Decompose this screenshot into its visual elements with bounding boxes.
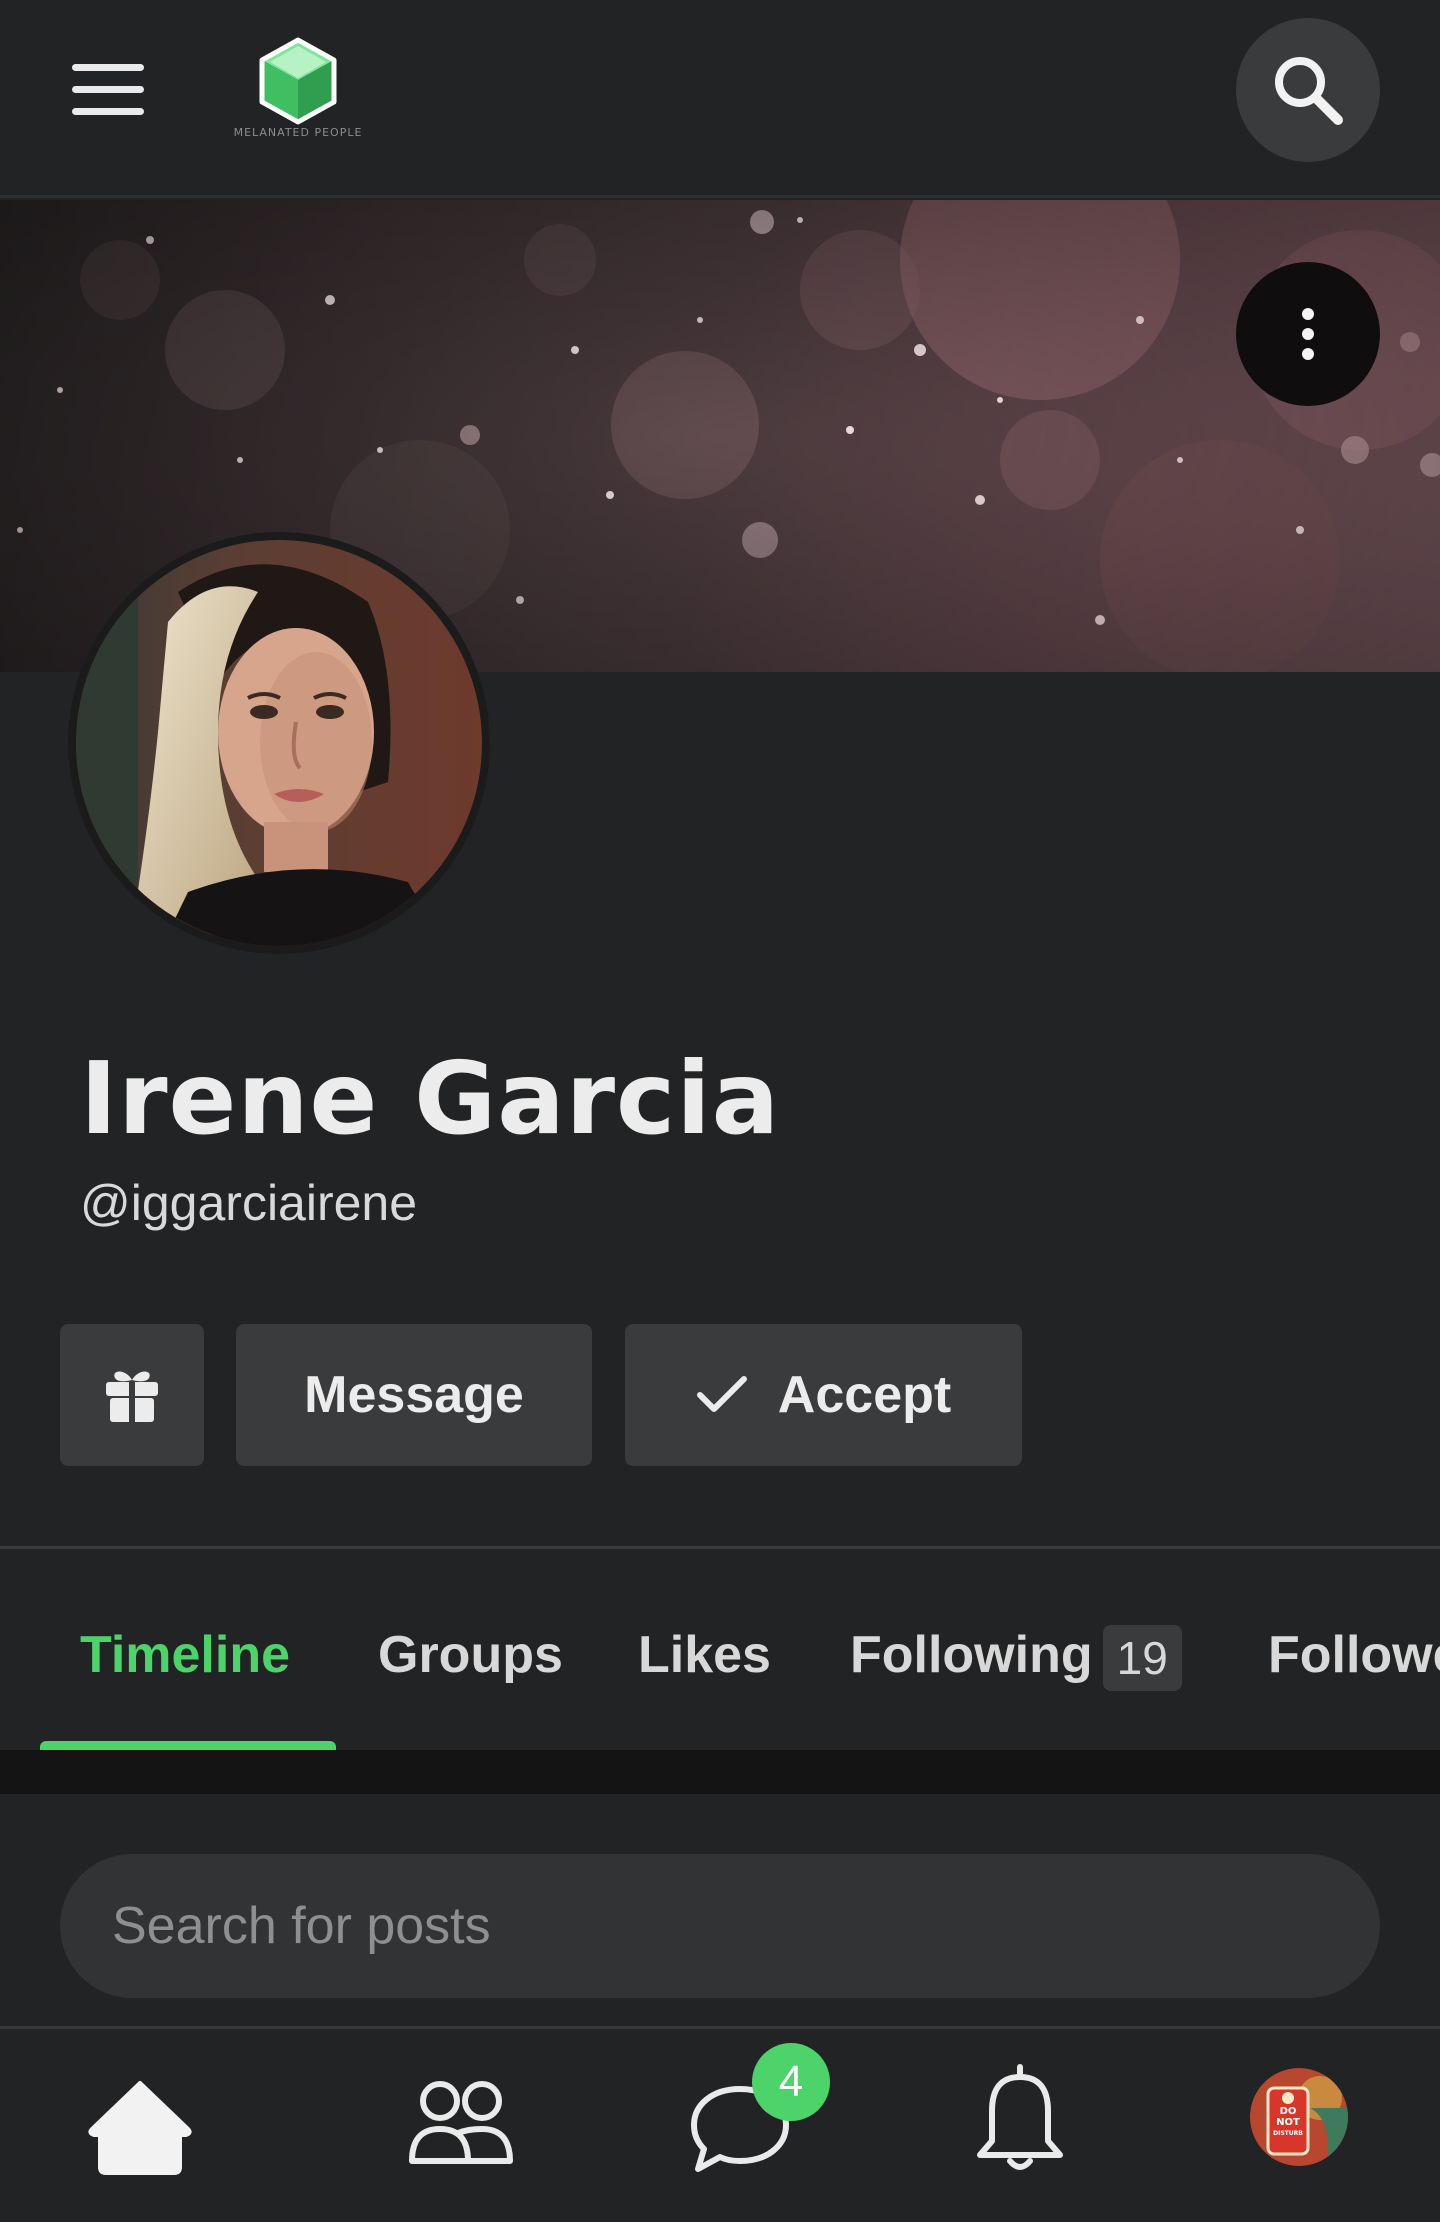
logo-text: MELANATED PEOPLE: [233, 126, 363, 139]
gift-button[interactable]: [60, 1324, 204, 1466]
home-icon: [88, 2081, 192, 2175]
profile-name: Irene Garcia: [80, 1040, 781, 1157]
tab-likes[interactable]: Likes: [638, 1625, 771, 1685]
message-count-badge: 4: [752, 2043, 830, 2121]
sign-text-3: DISTURB: [1273, 2130, 1303, 2137]
nav-home[interactable]: [60, 2029, 220, 2219]
people-icon: [409, 2081, 513, 2164]
search-icon: [1275, 57, 1343, 125]
bell-icon: [977, 2064, 1063, 2170]
tabs-divider: [0, 1750, 1440, 1794]
top-bar: MELANATED PEOPLE: [0, 0, 1440, 198]
tab-timeline[interactable]: Timeline: [80, 1625, 290, 1685]
hamburger-menu-icon[interactable]: [72, 64, 146, 116]
message-button[interactable]: Message: [236, 1324, 592, 1466]
do-not-disturb-sign: DO NOT DISTURB: [1268, 2106, 1308, 2139]
tab-followers[interactable]: Followers: [1268, 1625, 1440, 1685]
search-button[interactable]: [1236, 18, 1380, 162]
vertical-dots-icon: [1302, 308, 1314, 320]
sign-text-2: NOT: [1276, 2117, 1300, 2128]
more-options-button[interactable]: [1236, 262, 1380, 406]
avatar-photo: [68, 532, 490, 954]
tab-groups[interactable]: Groups: [378, 1625, 563, 1685]
checkmark-icon: [696, 1376, 747, 1412]
profile-tabs: Timeline Groups Likes Following 19 Follow…: [0, 1546, 1440, 1751]
accept-button-label: Accept: [777, 1366, 952, 1424]
bottom-navigation: [0, 2026, 1440, 2222]
avatar[interactable]: [68, 532, 490, 954]
cube-logo-icon: [259, 37, 337, 125]
message-button-label: Message: [304, 1366, 524, 1424]
vertical-dots-icon-dot: [1302, 328, 1314, 340]
tab-following[interactable]: Following 19: [850, 1625, 1182, 1692]
vertical-dots-icon-dot: [1302, 348, 1314, 360]
tab-following-label: Following: [850, 1626, 1093, 1684]
profile-handle: @iggarciairene: [80, 1175, 418, 1231]
nav-notifications[interactable]: [940, 2029, 1100, 2219]
accept-button[interactable]: Accept: [625, 1324, 1022, 1466]
search-posts-input[interactable]: [60, 1854, 1380, 1998]
sign-text-1: DO: [1279, 2106, 1297, 2117]
following-count-badge: 19: [1102, 1625, 1182, 1692]
gift-icon: [106, 1371, 158, 1422]
app-logo[interactable]: MELANATED PEOPLE: [228, 36, 368, 146]
nav-profile-avatar[interactable]: DO NOT DISTURB: [1250, 2068, 1348, 2166]
nav-people[interactable]: [380, 2029, 540, 2219]
